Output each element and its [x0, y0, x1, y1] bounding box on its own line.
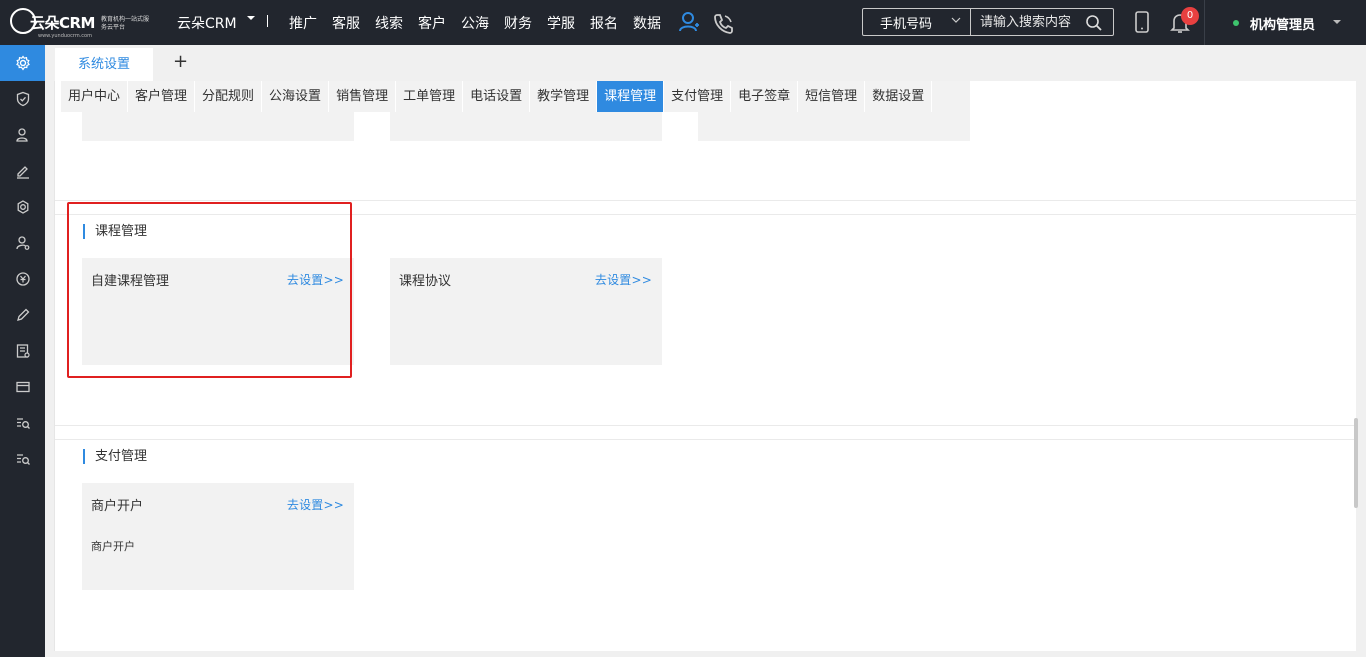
subtab-user-center[interactable]: 用户中心	[61, 81, 129, 112]
go-settings-link[interactable]: 去设置>>	[287, 496, 344, 513]
admin-name[interactable]: 机构管理员	[1250, 14, 1315, 33]
logo-text: 云朵CRM	[30, 14, 96, 32]
caret-down-icon[interactable]	[246, 13, 256, 23]
subtab-course-management[interactable]: 课程管理	[597, 81, 665, 112]
card-title: 商户开户	[91, 499, 144, 514]
section-divider	[55, 425, 1356, 426]
subtab-sales-management[interactable]: 销售管理	[329, 81, 397, 112]
sidebar-item-users[interactable]	[0, 117, 45, 153]
setting-card-course-agreement: 课程协议 去设置>>	[390, 258, 662, 365]
nav-item-promotion[interactable]: 推广	[289, 13, 317, 33]
chevron-down-icon	[951, 17, 961, 23]
subtab-sms-management[interactable]: 短信管理	[798, 81, 866, 112]
search-input[interactable]	[973, 9, 1085, 35]
nav-item-data[interactable]: 数据	[633, 13, 661, 33]
sidebar-item-pen[interactable]	[0, 297, 45, 333]
brand-switcher[interactable]: 云朵CRM	[177, 13, 237, 33]
search-box: 手机号码	[862, 8, 1114, 36]
add-tab-button[interactable]: +	[173, 51, 188, 72]
subtab-payment-management[interactable]: 支付管理	[664, 81, 732, 112]
phone-call-icon[interactable]	[712, 12, 734, 34]
subtab-phone-settings[interactable]: 电话设置	[463, 81, 531, 112]
shield-icon	[16, 91, 29, 107]
sidebar-item-user-settings[interactable]	[0, 225, 45, 261]
settings-subtabs: 用户中心 客户管理 分配规则 公海设置 销售管理 工单管理 电话设置 教学管理 …	[61, 81, 933, 112]
nav-item-student-service[interactable]: 学服	[547, 13, 575, 33]
subtab-teaching-management[interactable]: 教学管理	[530, 81, 598, 112]
subtab-public-pool-settings[interactable]: 公海设置	[262, 81, 330, 112]
highlight-box	[67, 202, 352, 378]
sidebar-item-config[interactable]	[0, 189, 45, 225]
sidebar-item-security[interactable]	[0, 81, 45, 117]
logo-slogan: 教育机构一站式服务云平台	[101, 16, 150, 31]
sidebar-item-finance[interactable]	[0, 261, 45, 297]
card-description: 商户开户	[91, 540, 135, 553]
search-list-icon	[16, 454, 30, 465]
section-title-payment-management: 支付管理	[83, 449, 147, 464]
gear-icon	[17, 200, 28, 214]
pen-icon	[16, 308, 29, 321]
user-settings-icon	[15, 236, 29, 250]
online-status-dot	[1233, 20, 1239, 26]
section-divider	[55, 200, 1356, 201]
sidebar-item-search-list[interactable]	[0, 405, 45, 441]
subtab-e-signature[interactable]: 电子签章	[731, 81, 799, 112]
setting-card-merchant-account: 商户开户 去设置>> 商户开户	[82, 483, 354, 590]
card-title: 课程协议	[399, 274, 452, 289]
form-icon	[16, 344, 30, 358]
nav-item-enrollment[interactable]: 报名	[590, 13, 618, 33]
subtab-ticket-management[interactable]: 工单管理	[396, 81, 464, 112]
coin-icon	[15, 272, 30, 286]
add-user-icon[interactable]	[678, 11, 700, 33]
user-icon	[15, 128, 28, 142]
logo[interactable]: 云朵CRM 教育机构一站式服务云平台 www.yunduocrm.com	[10, 6, 150, 40]
caret-down-icon[interactable]	[1331, 16, 1343, 28]
sidebar-item-cards[interactable]	[0, 369, 45, 405]
tablet-icon[interactable]	[1133, 11, 1151, 33]
go-settings-link[interactable]: 去设置>>	[595, 271, 652, 288]
nav-item-public-pool[interactable]: 公海	[461, 13, 489, 33]
page-tab-strip: 系统设置 +	[45, 45, 1366, 81]
subtab-allocation-rules[interactable]: 分配规则	[195, 81, 263, 112]
subtab-customer-management[interactable]: 客户管理	[128, 81, 196, 112]
nav-item-finance[interactable]: 财务	[504, 13, 532, 33]
edit-icon	[16, 166, 29, 179]
notification-badge: 0	[1181, 7, 1199, 25]
divider	[267, 15, 268, 27]
section-divider	[55, 439, 1356, 440]
tab-system-settings[interactable]: 系统设置	[55, 48, 153, 81]
search-icon[interactable]	[1085, 14, 1103, 32]
logo-url: www.yunduocrm.com	[38, 33, 92, 39]
top-bar: 云朵CRM 教育机构一站式服务云平台 www.yunduocrm.com 云朵C…	[0, 0, 1366, 45]
card-icon	[15, 381, 30, 393]
subtab-data-settings[interactable]: 数据设置	[865, 81, 933, 112]
sidebar	[0, 45, 45, 657]
nav-item-customers[interactable]: 客户	[418, 13, 446, 33]
sidebar-item-settings[interactable]	[0, 45, 45, 81]
main-nav: 推广 客服 线索 客户 公海 财务 学服 报名 数据	[289, 13, 676, 33]
gear-icon	[15, 55, 30, 71]
search-list-icon	[16, 418, 30, 429]
sidebar-item-search-list-2[interactable]	[0, 441, 45, 477]
sidebar-item-forms[interactable]	[0, 333, 45, 369]
scrollbar-thumb[interactable]	[1354, 418, 1358, 508]
nav-item-service[interactable]: 客服	[332, 13, 360, 33]
search-type-label: 手机号码	[880, 17, 933, 32]
search-type-select[interactable]: 手机号码	[863, 9, 971, 35]
sidebar-item-edit[interactable]	[0, 153, 45, 189]
divider	[1204, 0, 1205, 45]
nav-item-leads[interactable]: 线索	[375, 13, 403, 33]
